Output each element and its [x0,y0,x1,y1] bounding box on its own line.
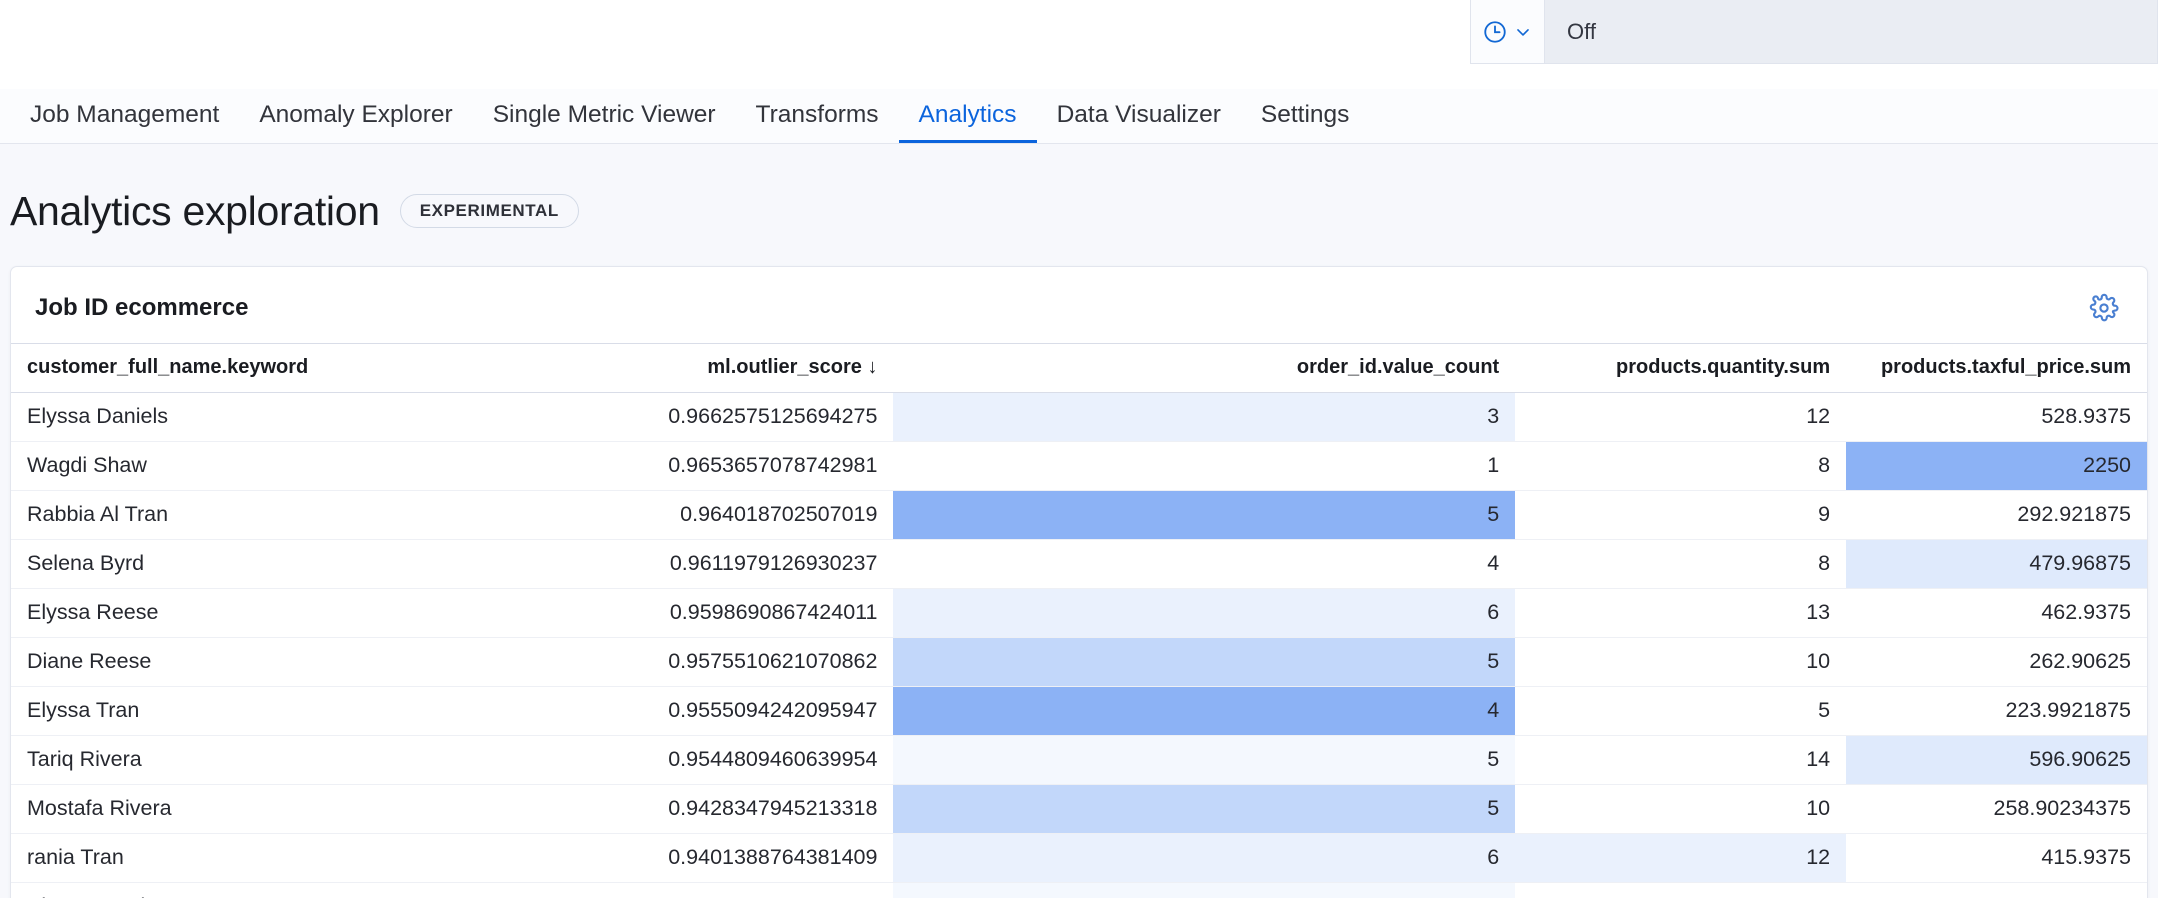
cell-outlier-score: 0.9611979126930237 [593,540,894,589]
tab-job-management[interactable]: Job Management [10,103,239,144]
column-header-outlier-score-label: ml.outlier_score [707,356,862,378]
cell-customer-full-name: Wagdi Shaw [11,442,593,491]
sort-desc-icon: ↓ [867,356,877,378]
table-row[interactable]: Wagdi Shaw0.9653657078742981182250 [11,442,2147,491]
cell-products-quantity-sum: 9 [1515,491,1846,540]
cell-customer-full-name: Elyssa Morrison [11,883,593,898]
cell-order-id-value-count: 5 [893,785,1515,834]
cell-order-id-value-count: 3 [893,393,1515,442]
cell-customer-full-name: Elyssa Reese [11,589,593,638]
cell-order-id-value-count: 4 [893,540,1515,589]
column-header-products-taxful-price-sum[interactable]: products.taxful_price.sum [1846,344,2147,393]
cell-customer-full-name: Selena Byrd [11,540,593,589]
table-row[interactable]: Elyssa Tran0.955509424209594745223.99218… [11,687,2147,736]
cell-products-quantity-sum: 10 [1515,785,1846,834]
cell-order-id-value-count: 1 [893,442,1515,491]
cell-customer-full-name: Elyssa Daniels [11,393,593,442]
header-row: customer_full_name.keyword ml.outlier_sc… [11,344,2147,393]
experimental-badge: EXPERIMENTAL [400,194,579,228]
cell-outlier-score: 0.9428347945213318 [593,785,894,834]
primary-tabs: Job Management Anomaly Explorer Single M… [0,89,2158,144]
table-header: customer_full_name.keyword ml.outlier_sc… [11,344,2147,393]
column-header-customer-full-name[interactable]: customer_full_name.keyword [11,344,593,393]
cell-outlier-score: 0.9401388764381409 [593,834,894,883]
page-title: Analytics exploration [10,191,380,232]
cell-outlier-score: 0.9653657078742981 [593,442,894,491]
cell-order-id-value-count: 4 [893,687,1515,736]
cell-products-quantity-sum: 10 [1515,638,1846,687]
tab-anomaly-explorer[interactable]: Anomaly Explorer [239,103,472,144]
cell-order-id-value-count: 5 [893,883,1515,898]
table-row[interactable]: Elyssa Reese0.9598690867424011613462.937… [11,589,2147,638]
chevron-down-icon [1513,22,1533,42]
cell-outlier-score: 0.9575510621070862 [593,638,894,687]
column-header-order-id-value-count[interactable]: order_id.value_count [893,344,1515,393]
cell-outlier-score: 0.9544809460639954 [593,736,894,785]
results-panel: Job ID ecommerce customer_full_name.keyw… [10,266,2148,898]
tab-analytics[interactable]: Analytics [899,103,1037,144]
cell-customer-full-name: Tariq Rivera [11,736,593,785]
cell-customer-full-name: Elyssa Tran [11,687,593,736]
cell-order-id-value-count: 5 [893,491,1515,540]
cell-products-quantity-sum: 8 [1515,540,1846,589]
cell-products-taxful-price-sum: 223.9921875 [1846,687,2147,736]
panel-header: Job ID ecommerce [11,267,2147,343]
cell-outlier-score: 0.9385035037994385 [593,883,894,898]
clock-icon [1482,19,1508,45]
cell-outlier-score: 0.9662575125694275 [593,393,894,442]
table-body: Elyssa Daniels0.9662575125694275312528.9… [11,393,2147,898]
refresh-interval-value[interactable]: Off [1545,0,2157,63]
cell-customer-full-name: Rabbia Al Tran [11,491,593,540]
table-row[interactable]: Tariq Rivera0.9544809460639954514596.906… [11,736,2147,785]
cell-order-id-value-count: 5 [893,736,1515,785]
table-row[interactable]: Diane Reese0.9575510621070862510262.9062… [11,638,2147,687]
cell-outlier-score: 0.964018702507019 [593,491,894,540]
cell-order-id-value-count: 5 [893,638,1515,687]
quick-select-button[interactable] [1471,0,1545,63]
cell-order-id-value-count: 6 [893,834,1515,883]
table-row[interactable]: Mostafa Rivera0.9428347945213318510258.9… [11,785,2147,834]
column-header-outlier-score[interactable]: ml.outlier_score ↓ [593,344,894,393]
tab-data-visualizer[interactable]: Data Visualizer [1037,103,1241,144]
cell-products-taxful-price-sum: 292.921875 [1846,491,2147,540]
outlier-results-table: customer_full_name.keyword ml.outlier_sc… [11,343,2147,898]
cell-products-quantity-sum: 14 [1515,736,1846,785]
cell-products-taxful-price-sum: 479.96875 [1846,540,2147,589]
tab-single-metric-viewer[interactable]: Single Metric Viewer [473,103,736,144]
table-row[interactable]: rania Tran0.9401388764381409612415.9375 [11,834,2147,883]
gear-icon[interactable] [2085,289,2123,327]
cell-products-quantity-sum: 8 [1515,442,1846,491]
cell-products-quantity-sum: 12 [1515,393,1846,442]
cell-customer-full-name: rania Tran [11,834,593,883]
cell-customer-full-name: Mostafa Rivera [11,785,593,834]
cell-products-taxful-price-sum: 462.9375 [1846,589,2147,638]
date-picker[interactable]: Off [1470,0,2158,64]
page-header: Analytics exploration EXPERIMENTAL [0,144,2158,244]
tab-transforms[interactable]: Transforms [736,103,899,144]
cell-products-quantity-sum: 5 [1515,687,1846,736]
cell-products-taxful-price-sum: 596.90625 [1846,736,2147,785]
cell-products-taxful-price-sum: 258.90234375 [1846,785,2147,834]
cell-products-taxful-price-sum: 415.9375 [1846,834,2147,883]
table-row[interactable]: Selena Byrd0.961197912693023748479.96875 [11,540,2147,589]
column-header-products-quantity-sum[interactable]: products.quantity.sum [1515,344,1846,393]
table-row[interactable]: Elyssa Daniels0.9662575125694275312528.9… [11,393,2147,442]
cell-products-quantity-sum: 13 [1515,589,1846,638]
cell-customer-full-name: Diane Reese [11,638,593,687]
cell-products-taxful-price-sum: 262.90625 [1846,638,2147,687]
top-bar: Off [0,0,2158,89]
cell-products-taxful-price-sum: 2250 [1846,442,2147,491]
cell-products-quantity-sum: 12 [1515,883,1846,898]
cell-products-quantity-sum: 12 [1515,834,1846,883]
table-row[interactable]: Elyssa Morrison0.9385035037994385512316.… [11,883,2147,898]
cell-products-taxful-price-sum: 528.9375 [1846,393,2147,442]
cell-outlier-score: 0.9598690867424011 [593,589,894,638]
cell-order-id-value-count: 6 [893,589,1515,638]
cell-outlier-score: 0.9555094242095947 [593,687,894,736]
tab-settings[interactable]: Settings [1241,103,1370,144]
cell-products-taxful-price-sum: 316.8359375 [1846,883,2147,898]
panel-title: Job ID ecommerce [35,294,248,322]
table-row[interactable]: Rabbia Al Tran0.96401870250701959292.921… [11,491,2147,540]
